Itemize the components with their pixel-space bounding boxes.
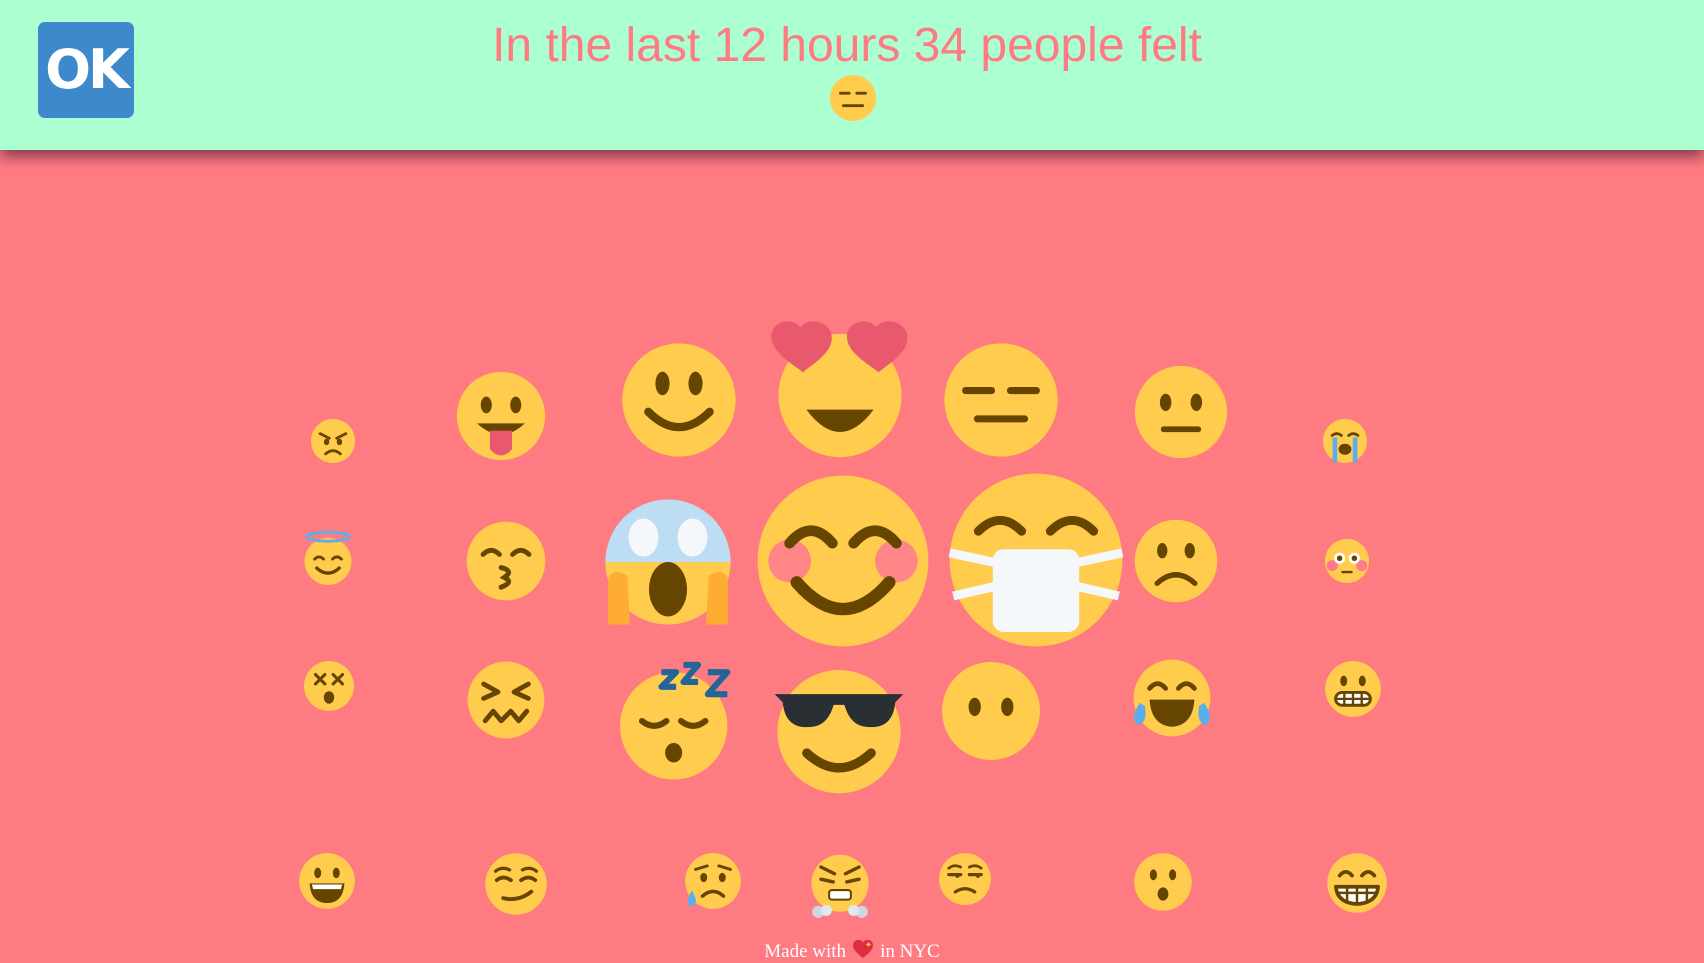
neutral-face-icon[interactable]: [1133, 364, 1229, 460]
kissing-face-icon[interactable]: [465, 520, 547, 602]
sparkling-heart-icon: [853, 939, 874, 959]
expressionless-face-icon: [829, 74, 877, 122]
grimacing-face-icon[interactable]: [1324, 660, 1382, 718]
header: OK In the last 12 hours 34 people felt: [0, 0, 1704, 150]
expressionless-face-icon[interactable]: [942, 341, 1060, 459]
unamused-face-icon[interactable]: [938, 852, 992, 906]
smirking-face-icon[interactable]: [484, 852, 548, 916]
footer-made-with: Made with: [764, 941, 847, 962]
flushed-face-icon[interactable]: [1324, 538, 1370, 584]
loudly-crying-face-icon[interactable]: [1322, 418, 1368, 464]
footer-location: in NYC: [880, 941, 940, 962]
frowning-face-icon[interactable]: [1133, 518, 1219, 604]
face-with-tongue-icon[interactable]: [455, 370, 547, 462]
footer: Made with in NYC: [0, 939, 1704, 963]
grinning-face-icon[interactable]: [298, 852, 356, 910]
heart-eyes-face-icon[interactable]: [770, 320, 910, 460]
smiling-face-with-halo-icon[interactable]: [300, 530, 356, 586]
smiling-face-icon[interactable]: [620, 341, 738, 459]
page-title: In the last 12 hours 34 people felt: [492, 19, 1202, 72]
smiling-face-with-smiling-eyes-icon[interactable]: [754, 472, 932, 650]
smiling-face-with-sunglasses-icon[interactable]: [772, 662, 906, 796]
face-screaming-in-fear-icon[interactable]: [600, 494, 736, 630]
face-without-mouth-icon[interactable]: [940, 660, 1042, 762]
face-with-tears-of-joy-icon[interactable]: [1132, 658, 1212, 738]
sad-but-relieved-face-icon[interactable]: [684, 852, 742, 910]
confounded-face-icon[interactable]: [466, 660, 546, 740]
dizzy-face-icon[interactable]: [303, 660, 355, 712]
grinning-face-with-smiling-eyes-icon[interactable]: [1326, 852, 1388, 914]
face-with-steam-from-nose-icon[interactable]: [806, 852, 874, 920]
face-with-medical-mask-icon[interactable]: [946, 470, 1126, 650]
hushed-face-icon[interactable]: [1133, 852, 1193, 912]
sleeping-face-icon[interactable]: [620, 660, 742, 782]
pouting-face-icon[interactable]: [310, 418, 356, 464]
